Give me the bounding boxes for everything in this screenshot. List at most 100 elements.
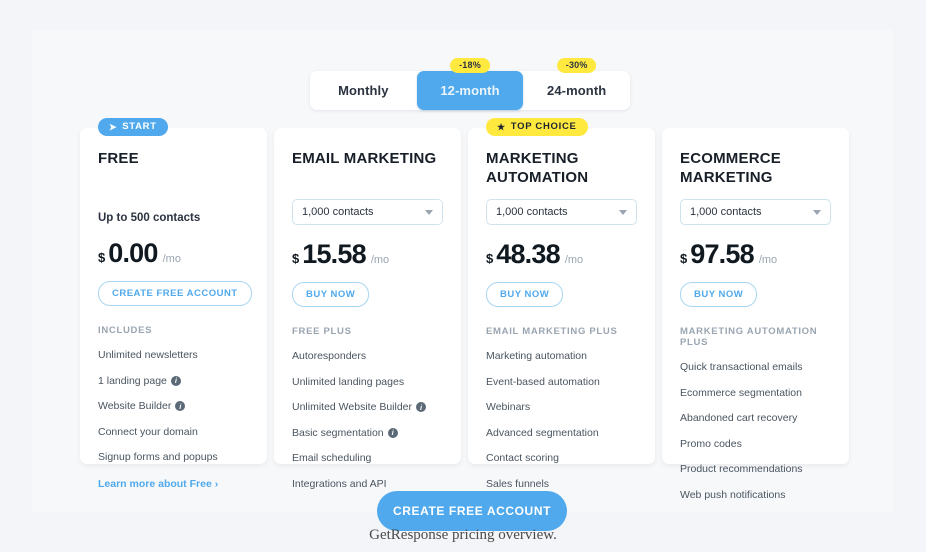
- feature-item: Unlimited newsletters: [98, 349, 249, 362]
- feature-item: 1 landing page i: [98, 375, 249, 388]
- feature-label: Webinars: [486, 401, 531, 414]
- feature-item: Contact scoring: [486, 452, 637, 465]
- pricing-page: Monthly -18% 12-month -30% 24-month ➤ START FR…: [0, 0, 926, 552]
- contacts-select[interactable]: 1,000 contacts: [486, 199, 637, 225]
- info-icon[interactable]: i: [170, 375, 181, 386]
- billing-tab-monthly[interactable]: Monthly: [310, 71, 417, 110]
- feature-label: Quick transactional emails: [680, 361, 803, 373]
- feature-item: Unlimited landing pages: [292, 376, 443, 389]
- feature-list: Autoresponders Unlimited landing pages Unl…: [292, 350, 443, 491]
- chevron-down-icon: [425, 209, 433, 215]
- feature-label: Email scheduling: [292, 452, 372, 465]
- includes-label: EMAIL MARKETING PLUS: [486, 326, 618, 337]
- feature-label: Connect your domain: [98, 425, 198, 438]
- price-period: /mo: [370, 254, 390, 266]
- pricing-card: ECOMMERCE MARKETING 1,000 contacts $97.58/…: [662, 128, 849, 501]
- feature-item: Integrations and API: [292, 478, 443, 491]
- pricing-cards: ➤ START FREE Up to 500 contacts $0.00/mo CREA…: [80, 118, 910, 501]
- plan-cta-button[interactable]: BUY NOW: [292, 282, 370, 307]
- feature-label: Signup forms and popups: [98, 451, 218, 464]
- feature-item: Unlimited Website Builder i: [292, 401, 443, 414]
- feature-item: Autoresponders: [292, 350, 443, 363]
- feature-list: Marketing automation Event-based automati…: [486, 350, 637, 491]
- feature-label: Abandoned cart recovery: [680, 412, 798, 425]
- includes-label: FREE PLUS: [292, 326, 352, 337]
- currency-symbol: $: [680, 251, 688, 266]
- plan-badge: ➤ START: [98, 118, 168, 136]
- price: $15.58/mo: [292, 241, 443, 268]
- price-amount: 48.38: [496, 239, 560, 269]
- info-icon[interactable]: i: [387, 428, 398, 439]
- feature-item: Promo codes: [680, 438, 831, 451]
- plan-cta-button[interactable]: BUY NOW: [680, 282, 758, 307]
- feature-item: Advanced segmentation: [486, 427, 637, 440]
- rocket-icon: ➤: [109, 121, 118, 132]
- billing-period-toggle: Monthly -18% 12-month -30% 24-month: [310, 58, 630, 110]
- feature-item: Signup forms and popups: [98, 451, 249, 464]
- feature-label: Product recommendations: [680, 463, 803, 476]
- billing-tab-label: 12-month: [440, 83, 500, 98]
- feature-label: 1 landing page: [98, 374, 167, 387]
- feature-label: Integrations and API: [292, 477, 387, 490]
- create-free-account-button[interactable]: CREATE FREE ACCOUNT: [377, 491, 567, 531]
- feature-label: Unlimited Website Builder: [292, 401, 413, 414]
- feature-label: Website Builder: [98, 400, 172, 413]
- price-amount: 97.58: [690, 239, 754, 269]
- pricing-card: EMAIL MARKETING 1,000 contacts $15.58/mo BU…: [274, 128, 461, 490]
- includes-label: INCLUDES: [98, 325, 153, 336]
- learn-more-link[interactable]: Learn more about Free ›: [98, 478, 218, 490]
- chevron-down-icon: [813, 209, 821, 215]
- info-icon[interactable]: i: [416, 402, 427, 413]
- plan-title: MARKETING AUTOMATION: [486, 150, 589, 186]
- contacts-select-value: 1,000 contacts: [496, 206, 568, 218]
- feature-label: Autoresponders: [292, 350, 367, 362]
- feature-list: Quick transactional emails Ecommerce segm…: [680, 361, 831, 502]
- feature-item: Quick transactional emails: [680, 361, 831, 374]
- chevron-down-icon: [619, 209, 627, 215]
- feature-list: Unlimited newsletters 1 landing page i Webs…: [98, 349, 249, 464]
- price-period: /mo: [758, 254, 778, 266]
- feature-item: Event-based automation: [486, 376, 637, 389]
- feature-item: Sales funnels: [486, 478, 637, 491]
- feature-label: Unlimited landing pages: [292, 375, 405, 388]
- price: $0.00/mo: [98, 240, 249, 267]
- feature-label: Unlimited newsletters: [98, 349, 198, 361]
- plan-cta-button[interactable]: CREATE FREE ACCOUNT: [98, 281, 252, 306]
- feature-label: Marketing automation: [486, 350, 587, 362]
- feature-item: Ecommerce segmentation: [680, 387, 831, 400]
- figure-caption: GetResponse pricing overview.: [369, 527, 557, 543]
- discount-badge: -30%: [556, 58, 597, 73]
- price: $97.58/mo: [680, 241, 831, 268]
- feature-label: Contact scoring: [486, 452, 559, 465]
- includes-label: MARKETING AUTOMATION PLUS: [680, 326, 818, 348]
- feature-label: Sales funnels: [486, 477, 550, 490]
- feature-item: Abandoned cart recovery: [680, 412, 831, 425]
- contacts-select[interactable]: 1,000 contacts: [680, 199, 831, 225]
- feature-label: Advanced segmentation: [486, 426, 599, 439]
- billing-tab-12-month[interactable]: -18% 12-month: [416, 58, 524, 110]
- feature-item: Webinars: [486, 401, 637, 414]
- plan-cta-button[interactable]: BUY NOW: [486, 282, 564, 307]
- feature-label: Promo codes: [680, 437, 742, 450]
- plan-title: FREE: [98, 150, 139, 167]
- contacts-note: Up to 500 contacts: [98, 212, 201, 224]
- pricing-card: ★ TOP CHOICE MARKETING AUTOMATION 1,000 con…: [468, 118, 655, 490]
- feature-item: Email scheduling: [292, 452, 443, 465]
- plan-badge: ★ TOP CHOICE: [486, 118, 588, 136]
- feature-item: Website Builder i: [98, 400, 249, 413]
- discount-badge: -18%: [450, 58, 490, 73]
- billing-tab-label: Monthly: [338, 83, 389, 98]
- pricing-panel: Monthly -18% 12-month -30% 24-month ➤ START FR…: [32, 30, 894, 531]
- feature-label: Ecommerce segmentation: [680, 386, 802, 399]
- price-period: /mo: [162, 253, 181, 265]
- plan-title: ECOMMERCE MARKETING: [680, 150, 781, 186]
- currency-symbol: $: [486, 251, 494, 266]
- contacts-select[interactable]: 1,000 contacts: [292, 199, 443, 225]
- billing-tab-24-month[interactable]: -30% 24-month: [523, 58, 630, 110]
- pricing-card: ➤ START FREE Up to 500 contacts $0.00/mo CREA…: [80, 118, 267, 490]
- price-period: /mo: [564, 254, 584, 266]
- star-icon: ★: [497, 121, 506, 132]
- price-amount: 0.00: [108, 238, 158, 268]
- info-icon[interactable]: i: [175, 401, 186, 412]
- currency-symbol: $: [292, 251, 300, 266]
